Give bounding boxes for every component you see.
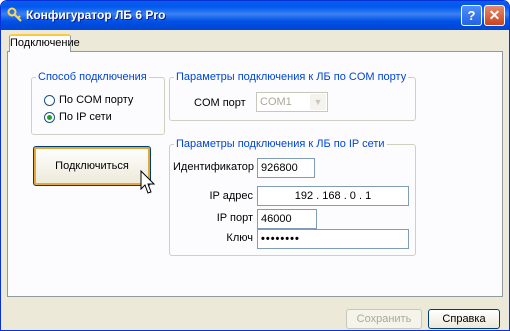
save-button[interactable]: Сохранить <box>346 309 422 329</box>
identifier-input[interactable]: 926800 <box>257 158 315 178</box>
ip-params-legend: Параметры подключения к ЛБ по IP сети <box>176 138 385 150</box>
window-title: Конфигуратор ЛБ 6 Pro <box>26 8 166 22</box>
identifier-label: Идентификатор <box>173 161 254 173</box>
ip-address-label: IP адрес <box>209 190 253 202</box>
key-label: Ключ <box>226 232 253 244</box>
radio-com-label: По COM порту <box>59 94 134 106</box>
com-port-label: COM порт <box>194 97 246 109</box>
ip-port-label: IP порт <box>216 212 253 224</box>
ip-address-input[interactable]: 192 . 168 . 0 . 1 <box>257 186 409 206</box>
radio-com[interactable]: По COM порту <box>44 94 133 106</box>
radio-ip-label: По IP сети <box>59 111 112 123</box>
title-bar[interactable]: Конфигуратор ЛБ 6 Pro ? ✕ <box>1 1 509 30</box>
close-button[interactable]: ✕ <box>484 5 505 26</box>
connect-button[interactable]: Подключиться <box>33 146 151 186</box>
key-input[interactable]: •••••••• <box>257 229 409 249</box>
tab-connection[interactable]: Подключение <box>9 34 80 52</box>
mouse-cursor-icon <box>140 170 156 194</box>
key-icon <box>7 7 22 22</box>
radio-ip[interactable]: По IP сети <box>44 111 112 123</box>
radio-ip-button[interactable] <box>44 111 55 123</box>
ip-port-input[interactable]: 46000 <box>257 209 317 229</box>
app-window: Конфигуратор ЛБ 6 Pro ? ✕ Подключение Сп… <box>0 0 510 331</box>
help-title-button[interactable]: ? <box>461 5 482 26</box>
radio-com-button[interactable] <box>44 94 55 106</box>
com-params-legend: Параметры подключения к ЛБ по COM порту <box>176 71 407 83</box>
com-port-select[interactable]: COM1 ▼ <box>256 92 328 112</box>
connection-method-legend: Способ подключения <box>38 71 147 83</box>
help-button[interactable]: Справка <box>428 309 500 329</box>
chevron-down-icon[interactable]: ▼ <box>310 94 326 110</box>
com-port-value: COM1 <box>260 96 292 108</box>
